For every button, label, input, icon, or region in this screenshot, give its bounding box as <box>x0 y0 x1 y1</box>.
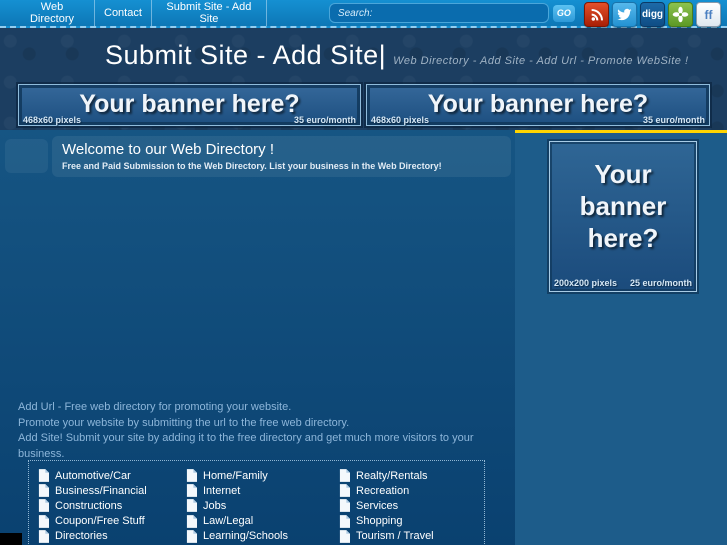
top-banner-right[interactable]: Your banner here? 468x60 pixels 35 euro/… <box>366 84 710 126</box>
page-icon <box>186 499 197 513</box>
search-input[interactable] <box>328 3 549 23</box>
category-label: Directories <box>55 530 108 543</box>
side-banner[interactable]: Your banner here? 200x200 pixels 25 euro… <box>549 141 697 292</box>
category-column-3: Realty/Rentals Recreation Services Shopping… <box>339 468 434 544</box>
nav-menu: Web Directory Contact Submit Site - Add … <box>10 0 267 26</box>
category-label: Coupon/Free Stuff <box>55 515 145 528</box>
category-link[interactable]: Tourism / Travel <box>339 529 434 544</box>
twitter-icon[interactable] <box>612 2 637 27</box>
category-list-panel: Automotive/Car Business/Financial Construc… <box>28 460 485 545</box>
main-content: Welcome to our Web Directory ! Free and … <box>0 130 515 545</box>
category-link[interactable]: Automotive/Car <box>38 468 147 483</box>
category-link[interactable]: Services <box>339 498 434 513</box>
site-title: Submit Site - Add Site| Web Directory - A… <box>105 40 689 71</box>
category-label: Tourism / Travel <box>356 530 434 543</box>
category-link[interactable]: Recreation <box>339 483 434 498</box>
intro-text: Add Url - Free web directory for promoti… <box>18 400 515 462</box>
page-icon <box>186 514 197 528</box>
intro-line-2: Promote your website by submitting the u… <box>18 416 350 429</box>
web-directory-page: Web Directory Contact Submit Site - Add … <box>0 0 727 545</box>
page-icon <box>339 514 350 528</box>
side-banner-line-3: here? <box>587 223 659 253</box>
welcome-side-tab <box>5 139 48 173</box>
side-banner-price-label: 25 euro/month <box>629 278 692 288</box>
header-band: Submit Site - Add Site| Web Directory - A… <box>0 28 727 130</box>
page-icon <box>339 469 350 483</box>
bottom-left-corner <box>0 533 22 545</box>
side-banner-line-2: banner <box>579 191 667 221</box>
category-column-2: Home/Family Internet Jobs Law/Legal Learning… <box>186 468 288 544</box>
category-link[interactable]: Internet <box>186 483 288 498</box>
category-label: Law/Legal <box>203 515 254 528</box>
category-link[interactable]: Learning/Schools <box>186 529 288 544</box>
search-go-button[interactable]: GO <box>552 4 575 22</box>
category-label: Recreation <box>356 484 410 497</box>
page-icon <box>38 469 49 483</box>
category-label: Learning/Schools <box>203 530 289 543</box>
banner-price-label: 35 euro/month <box>293 115 356 125</box>
banner-size-label: 468x60 pixels <box>23 115 82 125</box>
pinwheel-glyph <box>672 6 689 23</box>
nav-item-submit-site[interactable]: Submit Site - Add Site <box>152 0 267 26</box>
page-icon <box>339 499 350 513</box>
category-label: Automotive/Car <box>55 469 131 482</box>
category-link[interactable]: Realty/Rentals <box>339 468 434 483</box>
search-area: GO <box>328 0 575 26</box>
nav-item-web-directory[interactable]: Web Directory <box>10 0 95 26</box>
category-link[interactable]: Directories <box>38 529 147 544</box>
page-icon <box>38 484 49 498</box>
page-icon <box>339 529 350 543</box>
category-link[interactable]: Coupon/Free Stuff <box>38 514 147 529</box>
site-tagline: Web Directory - Add Site - Add Url - Pro… <box>393 55 689 67</box>
twitter-bird-glyph <box>617 8 632 21</box>
welcome-title: Welcome to our Web Directory ! <box>62 141 275 158</box>
category-link[interactable]: Business/Financial <box>38 483 147 498</box>
category-label: Realty/Rentals <box>356 469 428 482</box>
side-banner-line-1: Your <box>594 159 652 189</box>
page-icon <box>38 499 49 513</box>
pinwheel-share-icon[interactable] <box>668 2 693 27</box>
category-label: Constructions <box>55 499 123 512</box>
welcome-subtitle: Free and Paid Submission to the Web Dire… <box>62 161 442 171</box>
page-icon <box>38 514 49 528</box>
page-icon <box>186 484 197 498</box>
welcome-panel: Welcome to our Web Directory ! Free and … <box>52 136 511 177</box>
page-icon <box>339 484 350 498</box>
top-banner-left[interactable]: Your banner here? 468x60 pixels 35 euro/… <box>18 84 361 126</box>
category-link[interactable]: Jobs <box>186 498 288 513</box>
category-label: Internet <box>203 484 241 497</box>
category-link[interactable]: Law/Legal <box>186 514 288 529</box>
banner-price-label: 35 euro/month <box>642 115 705 125</box>
category-label: Shopping <box>356 515 403 528</box>
category-link[interactable]: Constructions <box>38 498 147 513</box>
rss-glyph <box>591 8 603 21</box>
nav-item-contact[interactable]: Contact <box>95 0 152 26</box>
side-banner-footer: 200x200 pixels 25 euro/month <box>554 278 692 288</box>
friendfeed-label: ff <box>704 7 713 22</box>
category-label: Services <box>356 499 399 512</box>
rss-icon[interactable] <box>584 2 609 27</box>
intro-line-3: Add Site! Submit your site by adding it … <box>18 432 474 460</box>
digg-icon[interactable]: digg <box>640 2 665 27</box>
intro-line-1: Add Url - Free web directory for promoti… <box>18 401 292 413</box>
category-column-1: Automotive/Car Business/Financial Construc… <box>38 468 147 544</box>
friendfeed-icon[interactable]: ff <box>696 2 721 27</box>
category-link[interactable]: Shopping <box>339 514 434 529</box>
page-icon <box>186 469 197 483</box>
right-sidebar: Your banner here? 200x200 pixels 25 euro… <box>515 133 727 545</box>
site-title-text: Submit Site - Add Site| <box>105 40 387 70</box>
page-icon <box>38 529 49 543</box>
category-label: Home/Family <box>203 469 268 482</box>
category-link[interactable]: Home/Family <box>186 468 288 483</box>
social-icons: digg ff <box>584 2 721 27</box>
side-banner-size-label: 200x200 pixels <box>554 278 618 288</box>
digg-label: digg <box>641 9 664 20</box>
category-label: Business/Financial <box>55 484 147 497</box>
page-icon <box>186 529 197 543</box>
category-label: Jobs <box>203 499 227 512</box>
banner-size-label: 468x60 pixels <box>371 115 430 125</box>
